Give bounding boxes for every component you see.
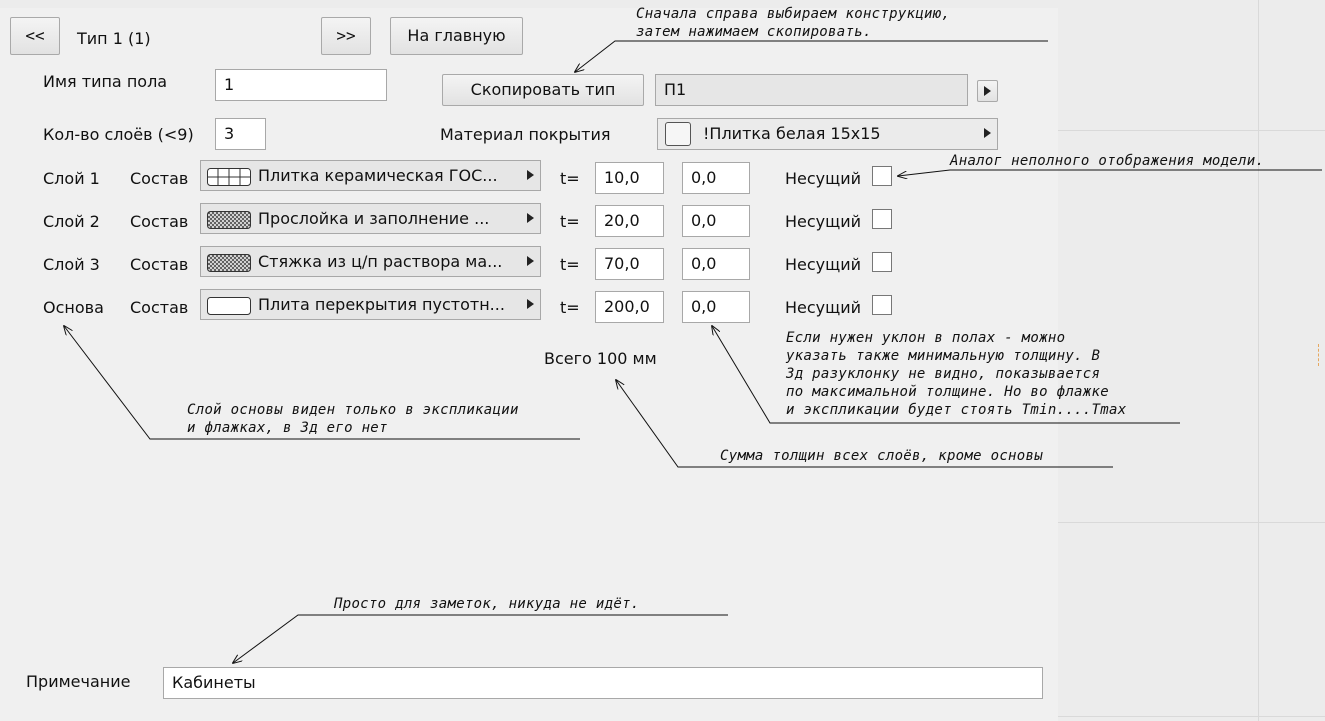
layer-label: Основа [43, 298, 104, 317]
layer-thickness-input[interactable]: 200,0 [595, 291, 664, 323]
material-pattern-icon [207, 252, 251, 276]
layer-min-thickness-input[interactable]: 0,0 [682, 248, 750, 280]
type-name-input[interactable]: 1 [215, 69, 387, 101]
slope-hint-line-2: указать также минимальную толщину. В [786, 348, 1101, 364]
chevron-right-icon [527, 170, 534, 180]
layer-min-thickness-input[interactable]: 0,0 [682, 205, 750, 237]
sum-hint: Сумма толщин всех слоёв, кроме основы [720, 448, 1043, 464]
layer-material-value: Плита перекрытия пустотн... [258, 295, 505, 314]
workspace-grid-line [1258, 0, 1259, 721]
bearing-label: Несущий [785, 255, 862, 274]
layer-label: Слой 2 [43, 212, 100, 231]
layer-count-input[interactable]: 3 [215, 118, 266, 150]
copy-source-arrow-button[interactable] [977, 80, 998, 102]
thickness-label: t= [560, 298, 580, 317]
material-pattern-icon [207, 166, 251, 190]
covering-material-select[interactable]: !Плитка белая 15х15 [657, 118, 998, 150]
workspace-marker [1318, 344, 1321, 366]
notes-hint: Просто для заметок, никуда не идёт. [334, 596, 640, 612]
copy-hint-line-2: затем нажимаем скопировать. [636, 24, 872, 40]
type-title: Тип 1 (1) [77, 29, 151, 48]
layer-min-thickness-input[interactable]: 0,0 [682, 291, 750, 323]
layer-composition-label: Состав [130, 255, 189, 274]
copy-source-select[interactable]: П1 [655, 74, 968, 106]
next-type-button[interactable]: >> [321, 17, 371, 55]
layer-material-value: Прослойка и заполнение ... [258, 209, 490, 228]
chevron-right-icon [527, 256, 534, 266]
bearing-label: Несущий [785, 298, 862, 317]
slope-hint-line-4: по максимальной толщине. Но во флажке [786, 384, 1109, 400]
layer-material-value: Стяжка из ц/п раствора ма... [258, 252, 503, 271]
layer-thickness-input[interactable]: 10,0 [595, 162, 664, 194]
layer-label: Слой 1 [43, 169, 100, 188]
base-hint-line-2: и флажках, в 3д его нет [187, 420, 388, 436]
layer-thickness-input[interactable]: 20,0 [595, 205, 664, 237]
base-hint-line-1: Слой основы виден только в экспликации [187, 402, 519, 418]
notes-label: Примечание [26, 672, 131, 691]
slope-hint-line-5: и экспликации будет стоять Tmin....Tmax [786, 402, 1127, 418]
bearing-checkbox[interactable] [872, 209, 892, 229]
covering-material-label: Материал покрытия [440, 125, 611, 144]
layer-material-value: Плитка керамическая ГОС... [258, 166, 498, 185]
bearing-checkbox[interactable] [872, 166, 892, 186]
bearing-label: Несущий [785, 169, 862, 188]
chevron-right-icon [527, 213, 534, 223]
notes-input[interactable]: Кабинеты [163, 667, 1043, 699]
layer-thickness-input[interactable]: 70,0 [595, 248, 664, 280]
material-pattern-icon [207, 209, 251, 233]
bearing-hint: Аналог неполного отображения модели. [950, 153, 1265, 169]
layer-composition-label: Состав [130, 298, 189, 317]
slope-hint-line-3: 3д разуклонку не видно, показывается [786, 366, 1101, 382]
thickness-label: t= [560, 255, 580, 274]
layer-material-select[interactable]: Плитка керамическая ГОС... [200, 160, 541, 191]
bearing-checkbox[interactable] [872, 295, 892, 315]
layer-composition-label: Состав [130, 212, 189, 231]
type-name-label: Имя типа пола [43, 72, 168, 91]
chevron-right-icon [984, 128, 991, 138]
layer-composition-label: Состав [130, 169, 189, 188]
slope-hint-line-1: Если нужен уклон в полах - можно [786, 330, 1066, 346]
previous-type-button[interactable]: << [10, 17, 60, 55]
layer-count-label: Кол-во слоёв (<9) [43, 125, 194, 144]
thickness-label: t= [560, 212, 580, 231]
thickness-label: t= [560, 169, 580, 188]
chevron-right-icon [527, 299, 534, 309]
material-pattern-icon [207, 295, 251, 319]
material-swatch-icon [665, 122, 691, 146]
covering-material-value: !Плитка белая 15х15 [703, 124, 881, 143]
layer-min-thickness-input[interactable]: 0,0 [682, 162, 750, 194]
copy-hint-line-1: Сначала справа выбираем конструкцию, [636, 6, 951, 22]
bearing-checkbox[interactable] [872, 252, 892, 272]
layer-material-select[interactable]: Стяжка из ц/п раствора ма... [200, 246, 541, 277]
layer-material-select[interactable]: Прослойка и заполнение ... [200, 203, 541, 234]
layer-material-select[interactable]: Плита перекрытия пустотн... [200, 289, 541, 320]
chevron-right-icon [984, 86, 991, 96]
bearing-label: Несущий [785, 212, 862, 231]
copy-type-button[interactable]: Скопировать тип [442, 74, 644, 106]
total-thickness: Всего 100 мм [544, 349, 657, 368]
home-button[interactable]: На главную [390, 17, 523, 55]
layer-label: Слой 3 [43, 255, 100, 274]
